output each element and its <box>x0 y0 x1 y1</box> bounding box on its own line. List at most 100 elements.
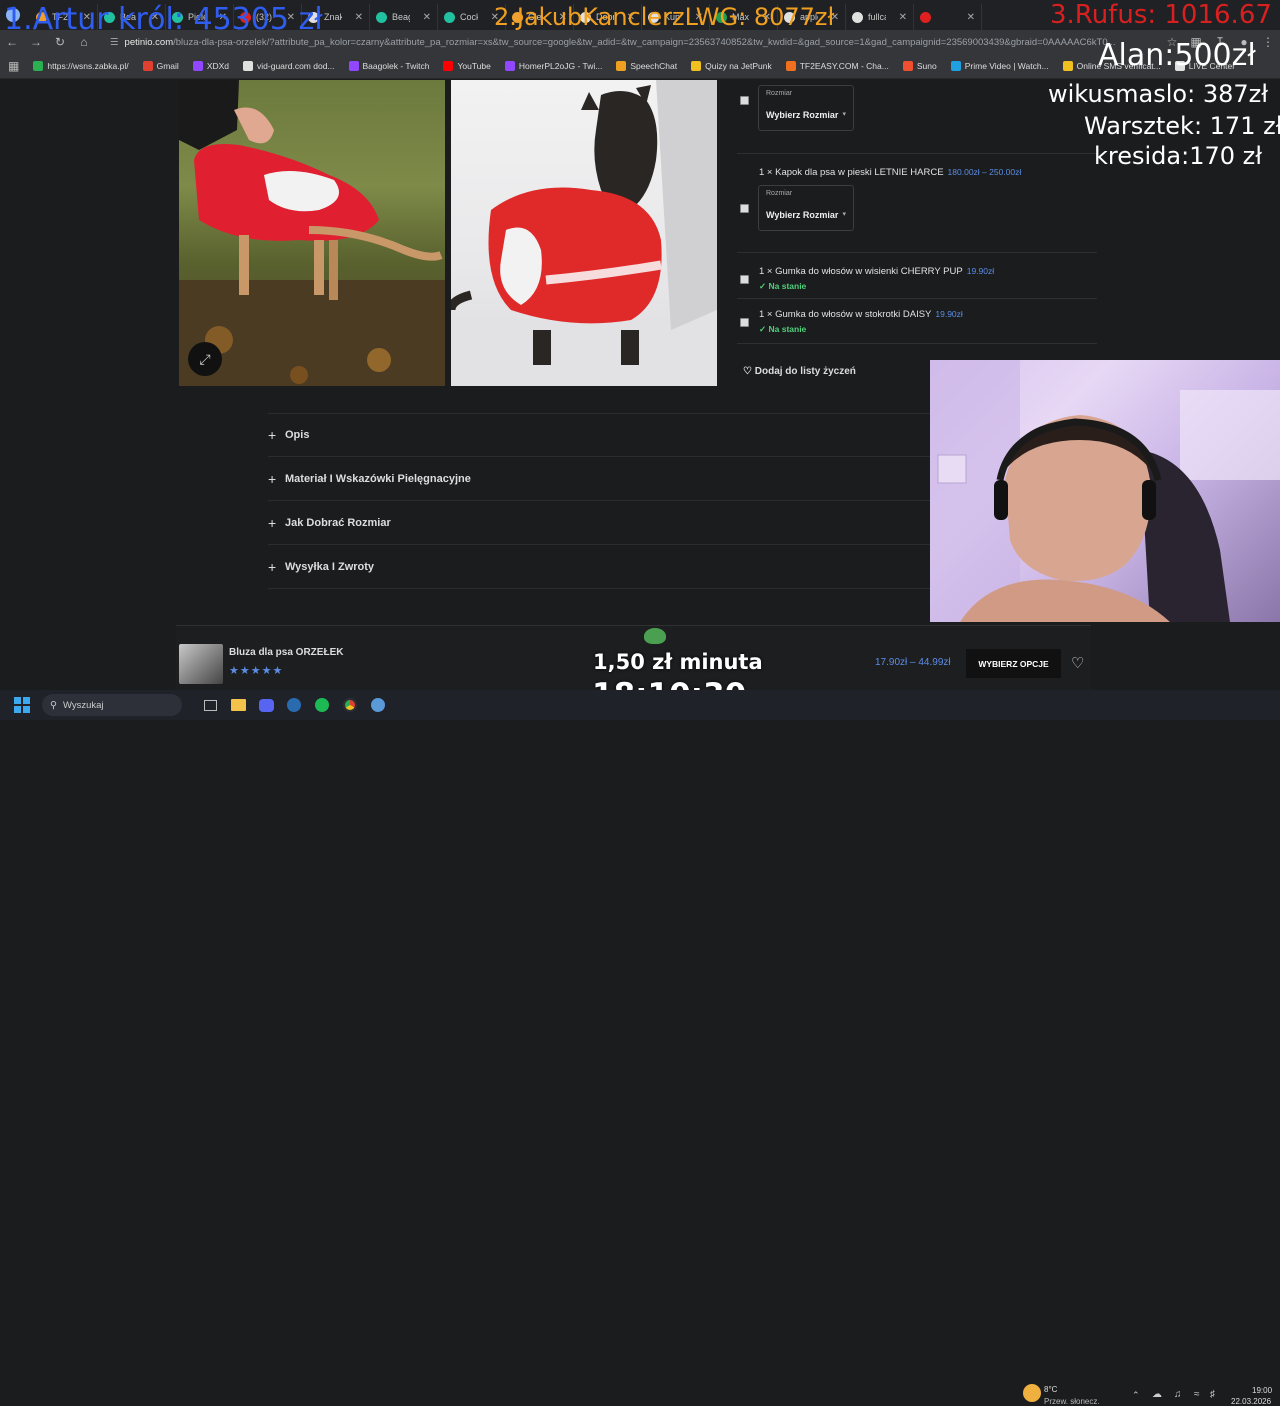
product-checkbox-4[interactable] <box>740 318 749 327</box>
apps-icon[interactable]: ▦ <box>8 59 19 73</box>
product-price: 19.90zł <box>966 266 995 276</box>
top-donor-1: 1.Artur król: 45305 zł <box>4 2 323 37</box>
clock-date[interactable]: 22.03.2026 <box>1231 1397 1271 1406</box>
tab-favicon-icon <box>920 11 931 23</box>
discord-icon[interactable] <box>252 690 280 720</box>
bookmark-item[interactable]: XDXd <box>192 61 229 71</box>
size-select-label: Rozmiar <box>766 190 793 197</box>
forward-icon[interactable]: → <box>24 35 48 49</box>
dog-outdoor-illustration <box>179 80 445 386</box>
bookmark-label: Suno <box>916 61 937 71</box>
donor-list-item: Warsztek: 171 zł <box>1084 112 1280 140</box>
bookmark-label: Quizy na JetPunk <box>705 61 772 71</box>
task-view-icon[interactable] <box>196 690 224 720</box>
close-tab-icon[interactable]: ✕ <box>899 12 907 23</box>
tab-label: Beag <box>392 12 410 22</box>
volume-icon[interactable]: ♯ <box>1210 1389 1215 1400</box>
reload-icon[interactable]: ↻ <box>48 35 72 49</box>
sticky-price: 17.90zł – 44.99zł <box>875 657 951 668</box>
wishlist-button[interactable]: ♡ Dodaj do listy życzeń <box>743 366 856 377</box>
weather-icon[interactable] <box>1023 1384 1041 1402</box>
home-icon[interactable]: ⌂ <box>72 35 96 49</box>
bookmark-item[interactable]: HomerPL2oJG - Twi... <box>504 61 603 71</box>
stock-label: Na stanie <box>768 324 807 334</box>
divider <box>737 298 1097 299</box>
url-domain: petinio.com <box>124 36 174 48</box>
tray-chevron-up-icon[interactable]: ⌃ <box>1132 1390 1140 1401</box>
spotify-icon[interactable] <box>308 690 336 720</box>
product-checkbox-1[interactable] <box>740 96 749 105</box>
accordion-label: Opis <box>285 429 310 441</box>
clock-time[interactable]: 19:00 <box>1252 1386 1272 1395</box>
bookmark-label: Baagolek - Twitch <box>362 61 430 71</box>
taskbar-search-input[interactable]: ⚲ Wyszukaj <box>42 694 182 716</box>
product-title-1[interactable]: 1 × Kapok dla psa w pieski LETNIE HARCE 1… <box>759 167 1021 178</box>
bookmark-item[interactable]: https://wsns.zabka.pl/ <box>33 61 129 71</box>
product-title-3[interactable]: 1 × Gumka do włosów w stokrotki DAISY 19.… <box>759 309 963 320</box>
tab-label: Znaki <box>324 12 342 22</box>
sticky-product-title: Bluza dla psa ORZEŁEK <box>229 647 344 658</box>
product-thumbnail[interactable] <box>179 644 223 684</box>
steam-alt-icon[interactable] <box>364 690 392 720</box>
taskbar: ⚲ Wyszukaj 8°C Przew. słonecz. ⌃ ☁ ♫ ≈ ♯… <box>0 690 1280 1406</box>
choose-options-button[interactable]: WYBIERZ OPCJE <box>966 649 1061 678</box>
product-photo-outdoor[interactable] <box>179 80 445 386</box>
product-price: 180.00zł – 250.00zł <box>947 167 1022 177</box>
search-icon: ⚲ <box>50 699 57 711</box>
plus-icon: + <box>268 558 277 575</box>
wishlist-heart-icon[interactable]: ♡ <box>1071 654 1084 672</box>
product-checkbox-2[interactable] <box>740 204 749 213</box>
tab-favicon-icon <box>376 11 387 23</box>
chrome-icon[interactable] <box>336 690 364 720</box>
bookmark-item[interactable]: Quizy na JetPunk <box>691 61 772 71</box>
browser-tab[interactable]: Beag ✕ <box>370 4 438 30</box>
bookmark-item[interactable]: Gmail <box>142 61 179 71</box>
plus-icon: + <box>268 514 277 531</box>
browser-tab[interactable]: fullca ✕ <box>846 4 914 30</box>
bookmark-favicon-icon <box>192 61 203 71</box>
file-explorer-icon[interactable] <box>224 690 252 720</box>
rate-per-minute: 1,50 zł minuta <box>593 650 763 674</box>
bookmark-item[interactable]: TF2EASY.COM - Cha... <box>785 61 889 71</box>
size-select-1[interactable]: Rozmiar Wybierz Rozmiar ▾ <box>758 85 854 131</box>
more-icon[interactable]: ⋮ <box>1256 35 1280 49</box>
windows-start-icon[interactable] <box>8 690 36 720</box>
microphone-icon[interactable]: ♫ <box>1174 1389 1182 1400</box>
wifi-icon[interactable]: ≈ <box>1194 1389 1200 1400</box>
onedrive-icon[interactable]: ☁ <box>1152 1389 1162 1400</box>
product-title-2[interactable]: 1 × Gumka do włosów w wisienki CHERRY PU… <box>759 266 994 277</box>
size-select-2[interactable]: Rozmiar Wybierz Rozmiar ▾ <box>758 185 854 231</box>
bookmark-label: HomerPL2oJG - Twi... <box>518 61 603 71</box>
browser-tab[interactable]: ✕ <box>914 4 982 30</box>
size-select-value: Wybierz Rozmiar <box>766 110 839 120</box>
bookmark-item[interactable]: Suno <box>902 61 937 71</box>
heart-icon: ♡ <box>743 366 752 377</box>
site-info-icon[interactable]: ☰ <box>110 37 119 48</box>
bookmark-item[interactable]: Prime Video | Watch... <box>950 61 1049 71</box>
bookmark-favicon-icon <box>1062 61 1073 71</box>
bookmark-item[interactable]: Baagolek - Twitch <box>348 61 430 71</box>
tab-label: fullca <box>868 12 886 22</box>
bookmark-item[interactable]: YouTube <box>443 61 491 71</box>
steam-icon[interactable] <box>280 690 308 720</box>
choose-options-label: WYBIERZ OPCJE <box>978 658 1049 669</box>
close-tab-icon[interactable]: ✕ <box>967 12 975 23</box>
weather-desc: Przew. słonecz. <box>1044 1397 1100 1406</box>
plus-icon: + <box>268 427 277 443</box>
divider <box>737 153 1097 154</box>
bookmark-favicon-icon <box>691 61 702 71</box>
bookmark-item[interactable]: SpeechChat <box>616 61 677 71</box>
product-name: 1 × Gumka do włosów w wisienki CHERRY PU… <box>759 266 963 277</box>
stock-label: Na stanie <box>768 281 807 291</box>
close-tab-icon[interactable]: ✕ <box>423 12 431 23</box>
streamer-camera-feed <box>930 360 1280 622</box>
url-path: /bluza-dla-psa-orzelek/?attribute_pa_kol… <box>173 36 1116 48</box>
donor-list-item: Alan:500zł <box>1098 38 1256 73</box>
product-photo-indoor[interactable] <box>451 80 717 386</box>
bookmark-item[interactable]: vid-guard.com dod... <box>243 61 335 71</box>
expand-image-icon[interactable]: ⤢ <box>188 342 222 376</box>
product-checkbox-3[interactable] <box>740 275 749 284</box>
back-icon[interactable]: ← <box>0 35 24 49</box>
size-select-value: Wybierz Rozmiar <box>766 210 839 220</box>
close-tab-icon[interactable]: ✕ <box>355 12 363 23</box>
